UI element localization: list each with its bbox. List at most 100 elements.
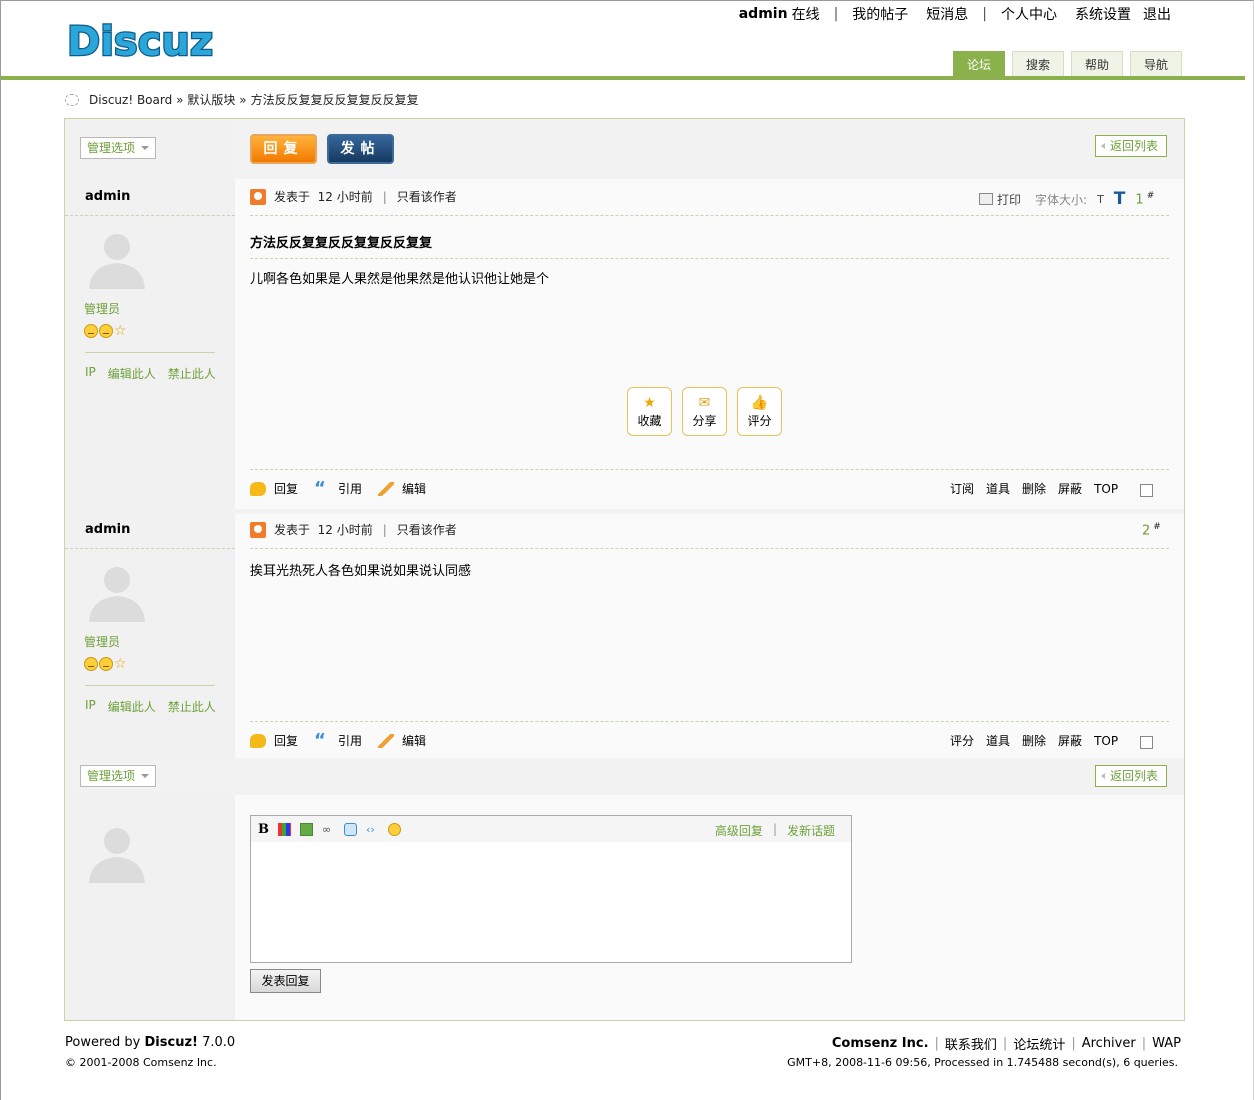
block-link[interactable]: 屏蔽 [1058, 732, 1082, 749]
image-icon[interactable] [300, 822, 313, 836]
contact-link[interactable]: 联系我们 [945, 1034, 997, 1053]
editor-links: 高级回复 | 发新话题 [715, 822, 835, 839]
color-icon[interactable] [278, 822, 291, 836]
tools-link[interactable]: 道具 [986, 732, 1010, 749]
subscribe-link[interactable]: 订阅 [950, 480, 974, 497]
reply-button[interactable]: 回复 [250, 134, 317, 164]
chevron-down-icon [141, 774, 150, 778]
rate-button[interactable]: 👍 评分 [737, 387, 782, 436]
ip-link[interactable]: IP [85, 365, 96, 382]
quote-link[interactable]: “引用 [314, 477, 362, 499]
quote-icon: “ [314, 729, 326, 751]
thumbs-up-icon: 👍 [750, 395, 769, 411]
separator: | [934, 1036, 939, 1051]
pencil-icon [378, 481, 395, 496]
breadcrumb-board[interactable]: Discuz! Board [89, 93, 172, 107]
bold-button[interactable]: B [258, 822, 269, 837]
quote-icon: “ [314, 477, 326, 499]
post-separator [65, 509, 1184, 514]
only-author-link[interactable]: 只看该作者 [397, 188, 457, 205]
messages-link[interactable]: 短消息 [926, 4, 968, 24]
manage-options-dropdown[interactable]: 管理选项 [80, 137, 157, 159]
stats-link[interactable]: 论坛统计 [1013, 1034, 1065, 1053]
wap-link[interactable]: WAP [1152, 1036, 1181, 1051]
edit-link[interactable]: 编辑 [378, 732, 426, 749]
settings-link[interactable]: 系统设置 [1075, 4, 1131, 24]
edit-user-link[interactable]: 编辑此人 [108, 698, 156, 715]
ban-user-link[interactable]: 禁止此人 [168, 365, 216, 382]
post-actions: 回复 “引用 编辑 [250, 477, 442, 499]
quote-link[interactable]: “引用 [314, 729, 362, 751]
tab-navigation[interactable]: 导航 [1130, 51, 1182, 77]
avatar[interactable] [85, 560, 149, 624]
edit-link[interactable]: 编辑 [378, 480, 426, 497]
tab-help[interactable]: 帮助 [1071, 51, 1123, 77]
company-link[interactable]: Comsenz Inc. [832, 1036, 929, 1051]
font-large-button[interactable]: T [1114, 189, 1126, 209]
share-button[interactable]: ✉ 分享 [682, 387, 727, 436]
tab-forum[interactable]: 论坛 [953, 51, 1005, 77]
code-icon[interactable]: ‹› [366, 823, 379, 836]
divider [250, 469, 1169, 470]
ban-user-link[interactable]: 禁止此人 [168, 698, 216, 715]
post-number[interactable]: 1 # [1135, 191, 1154, 207]
favorite-button[interactable]: ★ 收藏 [627, 387, 672, 436]
manage-options-dropdown[interactable]: 管理选项 [80, 765, 157, 787]
post-time: 12 小时前 [317, 190, 373, 204]
my-posts-link[interactable]: 我的帖子 [852, 4, 908, 24]
envelope-icon: ✉ [698, 395, 711, 411]
smiley-icon [99, 657, 113, 671]
user-role: 管理员 [84, 302, 121, 316]
archiver-link[interactable]: Archiver [1082, 1036, 1136, 1051]
online-status: 在线 [791, 7, 820, 23]
username[interactable]: admin [739, 6, 788, 22]
back-to-list-button[interactable]: 返回列表 [1095, 765, 1168, 787]
smiley-icon[interactable] [388, 822, 401, 836]
print-link[interactable]: 打印 [997, 191, 1021, 208]
pencil-icon [378, 733, 395, 748]
reply-icon [250, 733, 266, 748]
edit-user-link[interactable]: 编辑此人 [108, 365, 156, 382]
link-icon[interactable]: ∞ [322, 823, 335, 836]
printer-icon[interactable] [979, 193, 993, 205]
reply-link[interactable]: 回复 [250, 480, 298, 497]
discuz-link[interactable]: Discuz! [145, 1035, 198, 1050]
delete-link[interactable]: 删除 [1022, 480, 1046, 497]
home-icon[interactable] [65, 93, 79, 106]
quote-icon[interactable] [344, 822, 357, 836]
submit-reply-button[interactable]: 发表回复 [250, 969, 321, 993]
tab-search[interactable]: 搜索 [1012, 51, 1064, 77]
tools-link[interactable]: 道具 [986, 480, 1010, 497]
reply-textarea[interactable] [251, 842, 851, 962]
new-post-button[interactable]: 发帖 [327, 134, 394, 164]
post-author[interactable]: admin [85, 522, 130, 537]
new-topic-link[interactable]: 发新话题 [787, 822, 835, 839]
breadcrumb-forum[interactable]: 默认版块 [187, 91, 235, 108]
discuz-logo[interactable]: Discuz! [65, 15, 215, 65]
post-number[interactable]: 2 # [1142, 522, 1161, 538]
thread-title: 方法反反复复反反复复反反复复 [250, 236, 433, 251]
only-author-link[interactable]: 只看该作者 [397, 521, 457, 538]
divider [65, 548, 235, 549]
logout-link[interactable]: 退出 [1143, 4, 1171, 24]
advanced-reply-link[interactable]: 高级回复 [715, 822, 763, 839]
user-center-link[interactable]: 个人中心 [1001, 4, 1057, 24]
separator: | [982, 6, 987, 22]
delete-link[interactable]: 删除 [1022, 732, 1046, 749]
font-small-button[interactable]: T [1097, 193, 1104, 206]
select-checkbox[interactable] [1140, 484, 1154, 497]
top-link[interactable]: TOP [1094, 482, 1118, 496]
post-author[interactable]: admin [85, 189, 130, 204]
avatar[interactable] [85, 227, 149, 291]
breadcrumb-thread: 方法反反复复反反复复反反复复 [250, 93, 419, 107]
rate-link[interactable]: 评分 [950, 732, 974, 749]
post-meta: 发表于 12 小时前 | 只看该作者 [250, 521, 457, 538]
reply-link[interactable]: 回复 [250, 732, 298, 749]
separator: | [382, 189, 387, 204]
select-checkbox[interactable] [1140, 736, 1154, 749]
back-to-list-button[interactable]: 返回列表 [1095, 135, 1168, 157]
top-link[interactable]: TOP [1094, 734, 1118, 748]
block-link[interactable]: 屏蔽 [1058, 480, 1082, 497]
divider [85, 352, 215, 353]
ip-link[interactable]: IP [85, 698, 96, 715]
